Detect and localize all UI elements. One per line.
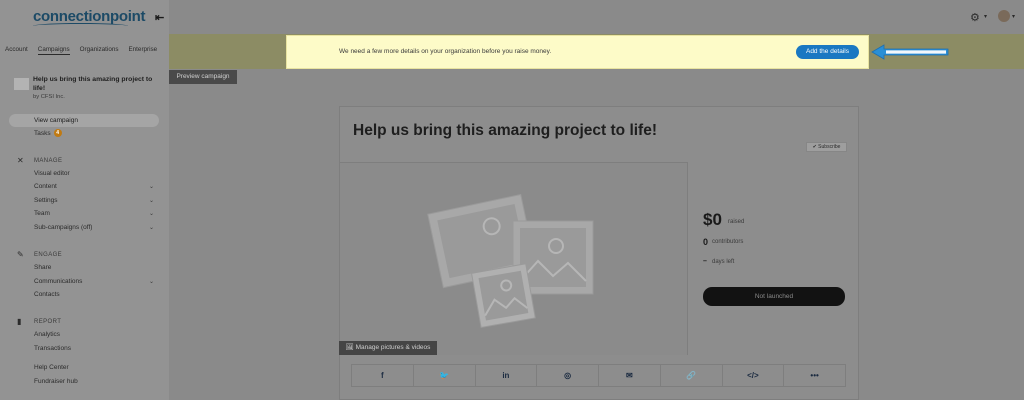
card-title: Help us bring this amazing project to li…: [353, 122, 657, 139]
logo-swoosh: [33, 23, 128, 29]
manage-heading-text: MANAGE: [34, 157, 63, 164]
sidebar-item-fundraiser-hub[interactable]: Fundraiser hub: [34, 378, 154, 385]
sub-campaigns-label: Sub-campaigns (off): [34, 224, 93, 231]
chevron-down-icon: ⌄: [148, 225, 154, 231]
visual-editor-label: Visual editor: [34, 170, 70, 177]
collapse-sidebar-icon[interactable]: ⇤: [155, 11, 164, 24]
sidebar-item-settings[interactable]: Settings ⌄: [34, 197, 154, 204]
chevron-down-icon: ⌄: [148, 198, 154, 204]
nav-campaigns[interactable]: Campaigns: [37, 46, 70, 55]
facebook-icon[interactable]: f: [352, 365, 414, 386]
add-details-button[interactable]: Add the details: [796, 45, 859, 59]
fundraiser-hub-label: Fundraiser hub: [34, 378, 78, 385]
gear-icon[interactable]: ⚙: [970, 11, 980, 24]
sidebar-item-analytics[interactable]: Analytics: [34, 331, 154, 338]
sidebar-item-communications[interactable]: Communications ⌄: [34, 278, 154, 285]
campaign-stats: $0 raised 0 contributors – days left Not…: [690, 162, 860, 355]
details-banner: We need a few more details on your organ…: [286, 35, 869, 69]
banner-message: We need a few more details on your organ…: [339, 48, 552, 55]
campaign-org: by CFSI Inc.: [33, 94, 65, 100]
avatar[interactable]: [998, 10, 1010, 22]
sidebar-item-content[interactable]: Content ⌄: [34, 183, 154, 190]
chevron-down-icon: ⌄: [148, 184, 154, 190]
share-bar: f 🐦 in ◎ ✉ 🔗 </> •••: [351, 364, 846, 387]
sidebar-item-contacts[interactable]: Contacts: [34, 291, 154, 298]
messenger-icon[interactable]: ◎: [537, 365, 599, 386]
report-heading-text: REPORT: [34, 318, 62, 325]
team-label: Team: [34, 210, 50, 217]
arrow-pointer-icon: [871, 44, 949, 60]
bar-chart-icon: ▮: [17, 317, 22, 326]
connectionpoint-logo[interactable]: connectionpoint: [33, 8, 145, 25]
linkedin-icon[interactable]: in: [476, 365, 538, 386]
tools-icon: ✕: [17, 156, 25, 165]
more-icon[interactable]: •••: [784, 365, 845, 386]
subscribe-button[interactable]: ✔ Subscribe: [806, 142, 847, 152]
campaign-card: Help us bring this amazing project to li…: [339, 106, 859, 400]
twitter-icon[interactable]: 🐦: [414, 365, 476, 386]
contributors-label: contributors: [712, 239, 744, 245]
image-placeholder-icon: [427, 193, 594, 329]
days-left-value: –: [703, 258, 707, 265]
chevron-down-icon: ⌄: [148, 279, 154, 285]
help-center-label: Help Center: [34, 364, 69, 371]
caret-down-icon[interactable]: ▾: [1012, 13, 1015, 20]
sidebar-item-sub-campaigns[interactable]: Sub-campaigns (off) ⌄: [34, 224, 154, 231]
sidebar: connectionpoint ⇤ Account Campaigns Orga…: [0, 0, 169, 400]
not-launched-button[interactable]: Not launched: [703, 287, 845, 306]
transactions-label: Transactions: [34, 345, 71, 352]
report-section-heading: ▮ REPORT: [17, 317, 61, 326]
sidebar-item-tasks[interactable]: Tasks 4: [34, 129, 62, 137]
engage-heading-text: ENGAGE: [34, 251, 63, 258]
raised-amount: $0: [703, 210, 722, 229]
contributors-count: 0: [703, 237, 709, 247]
embed-icon[interactable]: </>: [723, 365, 785, 386]
link-icon[interactable]: 🔗: [661, 365, 723, 386]
nav-account[interactable]: Account: [5, 46, 28, 55]
tasks-label: Tasks: [34, 129, 51, 137]
chevron-down-icon: ⌄: [148, 211, 154, 217]
manage-section-heading: ✕ MANAGE: [17, 156, 62, 165]
analytics-label: Analytics: [34, 331, 61, 338]
sidebar-item-team[interactable]: Team ⌄: [34, 210, 154, 217]
sidebar-item-view-campaign[interactable]: View campaign: [9, 114, 159, 127]
top-nav: Account Campaigns Organizations Enterpri…: [0, 46, 169, 55]
communications-label: Communications: [34, 278, 83, 285]
megaphone-icon: ✎: [17, 250, 25, 259]
engage-section-heading: ✎ ENGAGE: [17, 250, 62, 259]
manage-media-button[interactable]: 🖼 Manage pictures & videos: [339, 341, 437, 355]
content-label: Content: [34, 183, 57, 190]
sidebar-item-share[interactable]: Share: [34, 264, 154, 271]
settings-label: Settings: [34, 197, 58, 204]
campaign-header[interactable]: Help us bring this amazing project to li…: [14, 75, 164, 100]
nav-enterprise[interactable]: Enterprise: [128, 46, 157, 55]
raised-label: raised: [728, 219, 745, 225]
nav-organizations[interactable]: Organizations: [80, 46, 119, 55]
share-label: Share: [34, 264, 52, 271]
email-icon[interactable]: ✉: [599, 365, 661, 386]
sidebar-item-help-center[interactable]: Help Center: [34, 364, 154, 371]
sidebar-item-transactions[interactable]: Transactions: [34, 345, 154, 352]
campaign-title: Help us bring this amazing project to li…: [33, 76, 153, 92]
preview-campaign-button[interactable]: Preview campaign: [169, 70, 237, 84]
caret-down-icon[interactable]: ▾: [984, 13, 987, 20]
campaign-thumbnail: [14, 78, 29, 90]
days-left-label: days left: [712, 259, 735, 265]
contacts-label: Contacts: [34, 291, 60, 298]
media-area: [340, 162, 688, 355]
tasks-count-badge: 4: [53, 129, 62, 137]
sidebar-item-visual-editor[interactable]: Visual editor: [34, 170, 154, 177]
